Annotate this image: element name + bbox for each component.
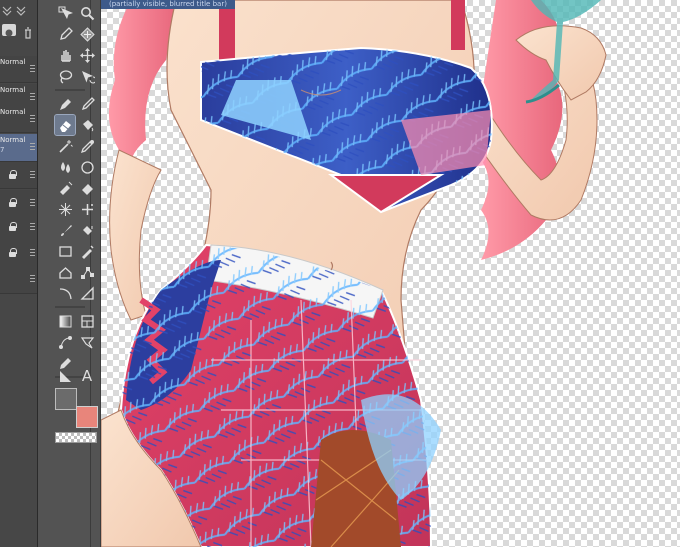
layer-menu-icon[interactable]	[30, 93, 35, 100]
layer-menu-icon[interactable]	[30, 199, 35, 206]
layer-filter-icons[interactable]	[0, 2, 38, 18]
lock-icon[interactable]	[9, 170, 17, 179]
lock-icon[interactable]	[9, 222, 17, 231]
layer-row[interactable]: Normal	[0, 56, 37, 83]
layer-panel: Normal Normal Normal Normal 7	[0, 0, 38, 547]
frame-border-icon[interactable]	[77, 311, 97, 331]
rectangle-icon[interactable]	[55, 241, 75, 261]
artwork-illustration	[101, 0, 607, 547]
selection-rotate-icon[interactable]	[77, 66, 97, 86]
sub-color-swatch[interactable]	[76, 406, 98, 428]
top-strap-left	[219, 0, 235, 60]
layer-menu-icon[interactable]	[30, 65, 35, 72]
layer-move-icon[interactable]	[55, 3, 75, 23]
balloon-icon[interactable]	[77, 332, 97, 352]
layer-menu-icon[interactable]	[30, 143, 35, 150]
new-layer-mask-icon[interactable]	[2, 24, 16, 37]
sparkle-alt-icon[interactable]	[77, 199, 97, 219]
layer-row[interactable]	[0, 266, 37, 294]
fill-bucket-icon[interactable]	[77, 115, 97, 135]
hand-icon[interactable]	[55, 45, 75, 65]
ruler-angle-icon[interactable]	[77, 283, 97, 303]
eyedropper-icon[interactable]	[77, 136, 97, 156]
canvas-title-bar: (partially visible, blurred title bar)	[101, 0, 235, 9]
gradient-icon[interactable]	[55, 311, 75, 331]
layer-menu-icon[interactable]	[30, 223, 35, 230]
airbrush-icon[interactable]	[55, 178, 75, 198]
ruler-triangle-icon[interactable]	[55, 366, 75, 386]
layer-menu-icon[interactable]	[30, 275, 35, 282]
syringe-icon[interactable]	[77, 241, 97, 261]
layer-opacity: 7	[0, 146, 5, 154]
pen-tool-icon[interactable]	[55, 24, 75, 44]
blend-drops-icon[interactable]	[55, 157, 75, 177]
tool-group-divider	[55, 306, 85, 308]
layer-row[interactable]	[0, 190, 37, 217]
eraser-alt-icon[interactable]	[77, 178, 97, 198]
ruler-curve-icon[interactable]	[55, 283, 75, 303]
layer-row[interactable]	[0, 214, 37, 241]
sparkle-brush-icon[interactable]	[55, 199, 75, 219]
text-tool-label: A	[81, 367, 93, 385]
clip-studio-window: Normal Normal Normal Normal 7 A (partial…	[0, 0, 680, 547]
transparent-color-swatch[interactable]	[55, 432, 97, 443]
layer-menu-icon[interactable]	[30, 171, 35, 178]
magic-wand-icon[interactable]	[55, 136, 75, 156]
vector-edit-icon[interactable]	[55, 332, 75, 352]
lock-icon[interactable]	[9, 248, 17, 257]
main-color-swatch[interactable]	[55, 388, 77, 410]
layer-row[interactable]: Normal	[0, 106, 37, 133]
house-figure-icon[interactable]	[55, 262, 75, 282]
tool-group-divider	[55, 89, 85, 91]
eraser-icon[interactable]	[54, 114, 76, 136]
lasso-icon[interactable]	[55, 66, 75, 86]
fill-bucket-alt-icon[interactable]	[77, 220, 97, 240]
left-arm	[109, 149, 162, 321]
ellipse-icon[interactable]	[77, 157, 97, 177]
delete-layer-icon[interactable]	[21, 24, 35, 39]
layer-menu-icon[interactable]	[30, 249, 35, 256]
pencil-icon[interactable]	[77, 94, 97, 114]
brush-icon[interactable]	[55, 220, 75, 240]
vector-nodes-icon[interactable]	[77, 262, 97, 282]
layer-blend-mode: Normal	[0, 86, 26, 94]
zoom-icon[interactable]	[77, 3, 97, 23]
pen-nib-icon[interactable]	[55, 94, 75, 114]
layer-panel-toolbar	[0, 2, 38, 18]
layer-blend-mode: Normal	[0, 108, 26, 116]
fill-pattern-icon[interactable]	[77, 24, 97, 44]
layer-blend-mode: Normal	[0, 58, 26, 66]
layer-row-selected[interactable]: Normal 7	[0, 134, 37, 162]
move-arrows-icon[interactable]	[77, 45, 97, 65]
layer-menu-icon[interactable]	[30, 115, 35, 122]
layer-panel-toolbar-2	[0, 22, 37, 39]
layer-row[interactable]	[0, 162, 37, 189]
lock-icon[interactable]	[9, 198, 17, 207]
text-tool-icon[interactable]: A	[77, 366, 97, 386]
top-strap-right	[451, 0, 465, 50]
layer-blend-mode: Normal	[0, 136, 26, 144]
canvas[interactable]	[101, 0, 680, 547]
tool-palette: A	[38, 0, 100, 547]
layer-row[interactable]	[0, 240, 37, 267]
